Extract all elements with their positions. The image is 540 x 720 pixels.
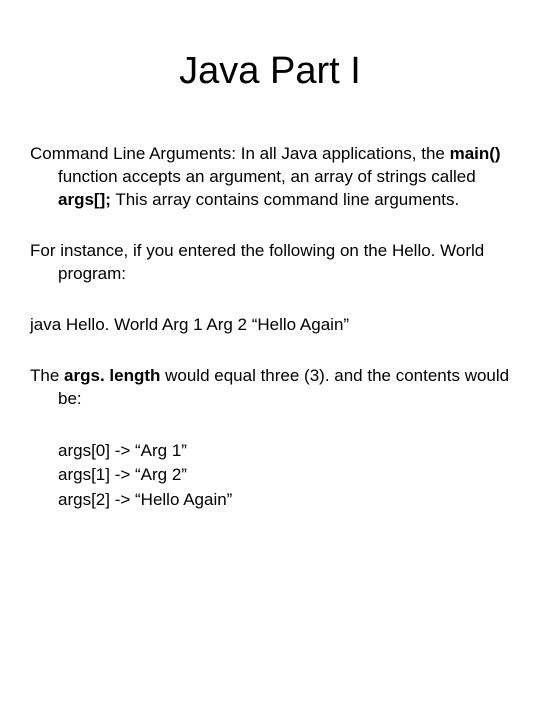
text: This array contains command line argumen… xyxy=(111,190,459,209)
args-list-item: args[0] -> “Arg 1” xyxy=(58,439,510,464)
args-length: args. length xyxy=(64,366,160,385)
lead-text: Command Line Arguments: xyxy=(30,144,236,163)
text: The xyxy=(30,366,64,385)
args-list: args[0] -> “Arg 1” args[1] -> “Arg 2” ar… xyxy=(30,439,510,513)
args-list-item: args[2] -> “Hello Again” xyxy=(58,488,510,513)
paragraph-args-length: The args. length would equal three (3). … xyxy=(30,365,510,411)
args-list-item: args[1] -> “Arg 2” xyxy=(58,463,510,488)
main-fn: main() xyxy=(450,144,501,163)
text: function accepts an argument, an array o… xyxy=(58,167,476,186)
paragraph-command-example: java Hello. World Arg 1 Arg 2 “Hello Aga… xyxy=(30,314,510,337)
slide-title: Java Part I xyxy=(30,50,510,93)
args-decl: args[]; xyxy=(58,190,111,209)
paragraph-example-intro: For instance, if you entered the followi… xyxy=(30,240,510,286)
text: In all Java applications, the xyxy=(236,144,450,163)
paragraph-cli-args: Command Line Arguments: In all Java appl… xyxy=(30,143,510,212)
